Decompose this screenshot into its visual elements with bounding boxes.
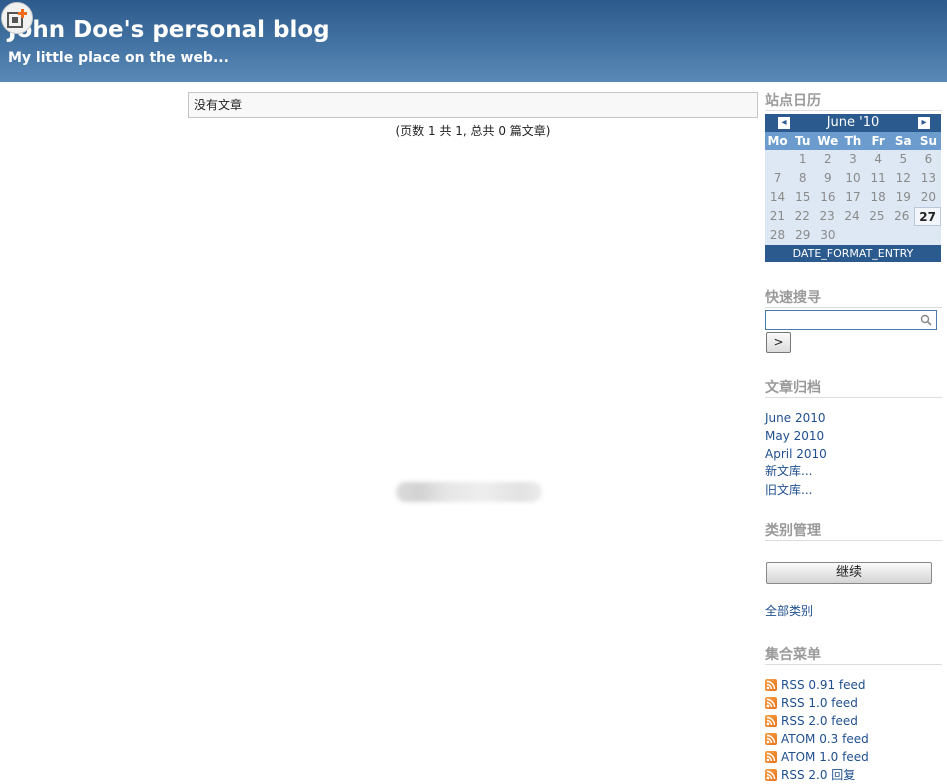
calendar-day[interactable]: 12 <box>891 169 916 188</box>
weekday-label: Tu <box>795 134 811 148</box>
calendar-day[interactable]: 26 <box>889 207 914 226</box>
calendar-week-row: 28 29 30 <box>765 226 941 245</box>
calendar-day[interactable]: 2 <box>815 150 840 169</box>
calendar-day <box>840 226 865 245</box>
rss-icon <box>765 751 777 763</box>
calendar-day[interactable]: 19 <box>891 188 916 207</box>
calendar-month-bar: ◂ June '10 ▸ <box>765 114 941 132</box>
search-icon <box>920 314 932 326</box>
weekday-label: Sa <box>894 134 912 148</box>
feeds-heading: 集合菜单 <box>765 647 942 665</box>
feed-label: ATOM 0.3 feed <box>781 732 869 746</box>
calendar-day[interactable]: 5 <box>891 150 916 169</box>
calendar-day[interactable]: 24 <box>840 207 865 226</box>
calendar-day[interactable]: 25 <box>864 207 889 226</box>
search-field <box>765 310 937 331</box>
rss-icon <box>765 769 777 781</box>
archive-link-may-2010[interactable]: May 2010 <box>765 428 824 444</box>
calendar-day <box>891 226 916 245</box>
next-month-icon[interactable]: ▸ <box>918 117 930 129</box>
feed-label: RSS 1.0 feed <box>781 696 858 710</box>
add-icon[interactable] <box>1 2 33 34</box>
categories-heading: 类别管理 <box>765 523 942 541</box>
weekday-label: Th <box>844 134 862 148</box>
calendar-day[interactable]: 8 <box>790 169 815 188</box>
calendar-day <box>916 226 941 245</box>
calendar-day[interactable]: 14 <box>765 188 790 207</box>
archive-link-newer[interactable]: 新文库... <box>765 463 812 479</box>
calendar-day[interactable]: 16 <box>815 188 840 207</box>
calendar-day <box>866 226 891 245</box>
blog-header: John Doe's personal blog My little place… <box>0 0 947 82</box>
weekday-label: Fr <box>871 134 885 148</box>
calendar-day[interactable]: 27 <box>914 207 942 226</box>
pagination-info: (页数 1 共 1, 总共 0 篇文章) <box>395 124 551 138</box>
calendar-day[interactable]: 4 <box>866 150 891 169</box>
rss-icon <box>765 715 777 727</box>
archive-link-april-2010[interactable]: April 2010 <box>765 446 827 462</box>
feed-link[interactable]: RSS 1.0 feed <box>765 695 858 711</box>
rss-icon <box>765 679 777 691</box>
calendar-day[interactable]: 23 <box>815 207 840 226</box>
prev-month-icon[interactable]: ◂ <box>778 117 790 129</box>
calendar-footer: DATE_FORMAT_ENTRY <box>765 245 941 262</box>
calendar-day[interactable]: 6 <box>916 150 941 169</box>
weekday-label: We <box>817 134 839 148</box>
all-categories-link[interactable]: 全部类别 <box>765 603 813 619</box>
calendar-day[interactable]: 20 <box>916 188 941 207</box>
search-input[interactable] <box>766 313 916 331</box>
blog-title[interactable]: John Doe's personal blog <box>8 14 330 46</box>
calendar-day[interactable]: 18 <box>866 188 891 207</box>
feed-label: RSS 2.0 feed <box>781 714 858 728</box>
calendar-day[interactable]: 29 <box>790 226 815 245</box>
calendar-day[interactable]: 7 <box>765 169 790 188</box>
calendar-day[interactable]: 30 <box>815 226 840 245</box>
feed-link[interactable]: ATOM 0.3 feed <box>765 731 869 747</box>
calendar-week-row: 7 8 9 10 11 12 13 <box>765 169 941 188</box>
archive-link-june-2010[interactable]: June 2010 <box>765 410 826 426</box>
rss-icon <box>765 697 777 709</box>
rss-icon <box>765 733 777 745</box>
loading-placeholder <box>396 482 542 502</box>
calendar-day[interactable]: 13 <box>916 169 941 188</box>
calendar-heading: 站点日历 <box>765 93 942 111</box>
calendar-week-row: 14 15 16 17 18 19 20 <box>765 188 941 207</box>
calendar: ◂ June '10 ▸ Mo Tu We Th Fr Sa Su 1 2 3 4 5 6 7 8 9 10 1… <box>765 114 942 262</box>
search-submit-button[interactable]: > <box>766 332 791 353</box>
feed-link[interactable]: RSS 0.91 feed <box>765 677 866 693</box>
feed-link[interactable]: ATOM 1.0 feed <box>765 749 869 765</box>
feed-link[interactable]: RSS 2.0 回复 <box>765 767 855 783</box>
feed-label: ATOM 1.0 feed <box>781 750 869 764</box>
calendar-weekdays: Mo Tu We Th Fr Sa Su <box>765 132 941 150</box>
weekday-label: Su <box>919 134 937 148</box>
calendar-day[interactable]: 28 <box>765 226 790 245</box>
calendar-day[interactable]: 10 <box>840 169 865 188</box>
calendar-week-row: 21 22 23 24 25 26 27 <box>765 207 942 226</box>
calendar-day[interactable]: 17 <box>840 188 865 207</box>
calendar-days: 1 2 3 4 5 6 7 8 9 10 11 12 13 14 15 16 17 18 19 20 21 22 23 24 2… <box>765 150 942 245</box>
search-heading: 快速搜寻 <box>765 290 942 308</box>
calendar-week-row: 123456 <box>765 150 941 169</box>
feed-label: RSS 2.0 回复 <box>781 768 856 782</box>
calendar-day[interactable]: 11 <box>866 169 891 188</box>
archives-heading: 文章归档 <box>765 380 942 398</box>
feed-label: RSS 0.91 feed <box>781 678 866 692</box>
archive-link-older[interactable]: 旧文库... <box>765 482 812 498</box>
calendar-day[interactable]: 3 <box>840 150 865 169</box>
calendar-day[interactable]: 21 <box>765 207 790 226</box>
feed-link[interactable]: RSS 2.0 feed <box>765 713 858 729</box>
calendar-day[interactable]: 9 <box>815 169 840 188</box>
blog-subtitle: My little place on the web... <box>8 50 229 66</box>
calendar-day <box>765 150 790 169</box>
continue-button[interactable]: 继续 <box>766 562 932 584</box>
calendar-day[interactable]: 15 <box>790 188 815 207</box>
calendar-month-label: June '10 <box>826 115 880 130</box>
no-posts-message: 没有文章 <box>188 92 758 118</box>
weekday-label: Mo <box>767 134 788 148</box>
calendar-day[interactable]: 22 <box>790 207 815 226</box>
calendar-day[interactable]: 1 <box>790 150 815 169</box>
